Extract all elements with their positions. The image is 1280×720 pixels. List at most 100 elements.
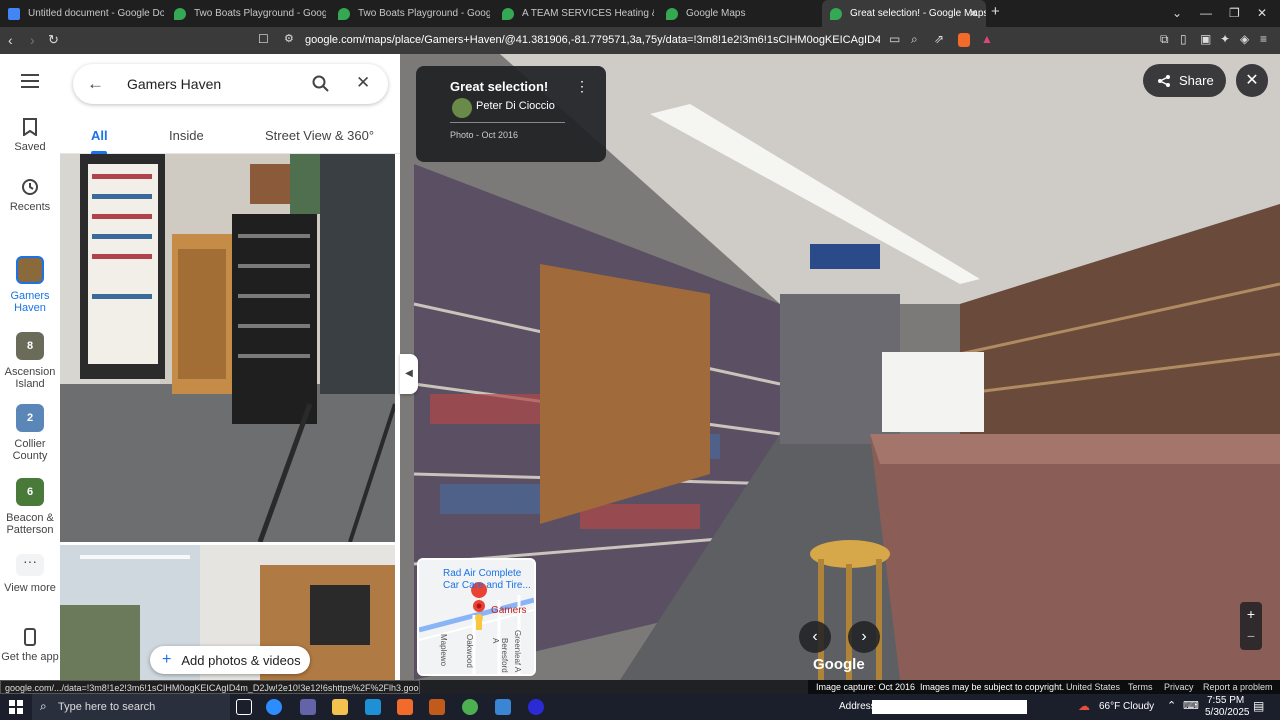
tab-title: A TEAM SERVICES Heating & Air - Google M… [522,8,654,19]
previous-photo-button[interactable]: ‹ [799,621,831,653]
app-icon[interactable] [429,699,445,715]
rail-recents[interactable]: Recents [0,178,60,213]
search-icon[interactable] [312,75,330,93]
add-photos-button[interactable]: + Add photos & videos [150,646,310,674]
close-viewer-button[interactable]: ✕ [1236,64,1268,97]
wallet-icon[interactable]: ▣ [1200,32,1211,46]
keyboard-icon[interactable]: ⌨ [1183,699,1199,712]
street-label: Beresford A [491,638,509,673]
leo-icon[interactable]: ✦ [1220,32,1230,46]
restore-icon[interactable]: ❐ [1229,6,1240,20]
menu-icon[interactable]: ≡ [1260,32,1267,46]
photo-thumbnail[interactable] [60,154,395,542]
tab-title: Google Maps [686,8,746,19]
back-icon[interactable]: ‹ [8,32,13,48]
close-window-icon[interactable]: ✕ [1257,6,1267,20]
browser-tab[interactable]: Two Boats Playground - Google Maps [330,0,490,27]
zoom-in-icon[interactable]: + [1240,602,1262,626]
new-tab-icon[interactable]: + [991,3,1000,20]
app-icon[interactable] [528,699,544,715]
tab-inside[interactable]: Inside [169,128,204,143]
more-options-icon[interactable]: ⋮ [575,78,589,95]
file-explorer-icon[interactable] [332,699,348,715]
rail-label: View more [4,582,56,594]
footer-link-country[interactable]: United States [1066,682,1120,692]
back-arrow-icon[interactable]: ← [87,74,104,94]
tab-title: Great selection! - Google Maps [850,8,986,19]
windows-taskbar: ⌕ Type here to search Address ☁ 66°F Clo… [0,694,1280,720]
photo-info-card: Great selection! ⋮ Peter Di Cioccio Phot… [416,66,606,162]
left-rail: Saved Recents Gamers Haven 8 Ascension I… [0,54,60,680]
browser-tab-active[interactable]: Great selection! - Google Maps ✕ [822,0,986,27]
tab-search-icon[interactable]: ⌄ [1172,6,1182,20]
photo-author[interactable]: Peter Di Cioccio [476,100,555,112]
brave-icon[interactable] [397,699,413,715]
minimize-icon[interactable]: — [1200,6,1212,20]
minimap[interactable]: Rad Air Complete Car Care and Tire... Ga… [417,558,536,676]
photo-title: Great selection! [450,79,549,94]
windows-start-icon[interactable] [9,700,23,714]
collapse-panel-button[interactable]: ◀ [400,354,418,394]
cast-icon[interactable]: ▭ [889,32,900,46]
rail-get-app[interactable]: Get the app [0,628,60,663]
copilot-icon[interactable] [266,699,282,715]
footer-link-privacy[interactable]: Privacy [1164,682,1194,692]
footer-link-terms[interactable]: Terms [1128,682,1153,692]
bookmark-icon [23,118,37,136]
browser-tab[interactable]: A TEAM SERVICES Heating & Air - Google M… [494,0,654,27]
tab-street-view[interactable]: Street View & 360° [265,128,374,143]
bookmark-page-icon[interactable]: ☐ [258,32,269,46]
url-field[interactable]: google.com/maps/place/Gamers+Haven/@41.3… [305,34,880,46]
chrome-icon[interactable] [462,699,478,715]
browser-tab[interactable]: Two Boats Playground - Google Maps [166,0,326,27]
footer-link-report[interactable]: Report a problem [1203,682,1273,692]
forward-icon[interactable]: › [30,32,35,48]
tab-all[interactable]: All [91,128,108,143]
extensions-icon[interactable]: ⧉ [1160,32,1169,47]
site-info-icon[interactable]: ⚙ [284,32,294,45]
chevron-up-icon[interactable]: ⌃ [1167,699,1176,712]
search-input[interactable]: Gamers Haven [127,76,221,92]
browser-tab[interactable]: Google Maps [658,0,818,27]
task-view-icon[interactable] [236,699,252,715]
image-capture-date: Image capture: Oct 2016 [816,682,916,692]
street-label: Maplewo [439,634,448,667]
close-tab-icon[interactable]: ✕ [969,7,978,20]
taskbar-search-box[interactable]: ⌕ Type here to search [32,694,230,720]
rewards-icon[interactable]: ▲ [981,32,993,46]
clock-time[interactable]: 7:55 PM [1207,695,1244,706]
rail-view-more[interactable]: ··· View more [0,554,60,594]
weather-text[interactable]: 66°F Cloudy [1099,701,1154,712]
taskbar-search-placeholder: Type here to search [58,701,156,713]
share-page-icon[interactable]: ⇗ [934,32,944,46]
next-photo-button[interactable]: › [848,621,880,653]
rail-label: Collier County [12,438,48,462]
rail-place-beacon-patterson[interactable]: 6 Beacon & Patterson [0,478,60,536]
rail-place-gamers-haven[interactable]: Gamers Haven [0,256,60,314]
brave-shield-icon[interactable] [958,33,970,47]
clock-date[interactable]: 5/30/2025 [1205,707,1250,718]
zoom-control: + − [1240,602,1262,650]
browser-tab[interactable]: Untitled document - Google Docs [0,0,164,27]
rail-place-collier-county[interactable]: 2 Collier County [0,404,60,462]
zoom-out-icon[interactable]: − [1240,626,1262,650]
menu-button[interactable] [0,74,60,88]
rail-label: Gamers Haven [10,290,50,314]
edge-icon[interactable] [365,699,381,715]
rail-saved[interactable]: Saved [0,118,60,153]
address-toolbar-input[interactable] [872,700,1027,714]
vpn-icon[interactable]: ◈ [1240,32,1249,46]
share-button[interactable]: Share [1143,64,1226,97]
clear-search-icon[interactable]: ✕ [356,73,370,93]
app-icon[interactable] [495,699,511,715]
viewer-footer: Image capture: Oct 2016 Images may be su… [808,680,1280,694]
avatar[interactable] [452,98,472,118]
notification-icon[interactable]: ▤ [1253,699,1264,713]
zoom-icon[interactable]: ⌕ [911,32,918,47]
photo-tabs: All Inside Street View & 360° [60,120,400,154]
teams-icon[interactable] [300,699,316,715]
reload-icon[interactable]: ↻ [48,32,59,48]
search-box[interactable]: ← Gamers Haven ✕ [73,64,388,104]
sidebar-icon[interactable]: ▯ [1180,32,1187,46]
rail-place-ascension-island[interactable]: 8 Ascension Island [0,332,60,390]
